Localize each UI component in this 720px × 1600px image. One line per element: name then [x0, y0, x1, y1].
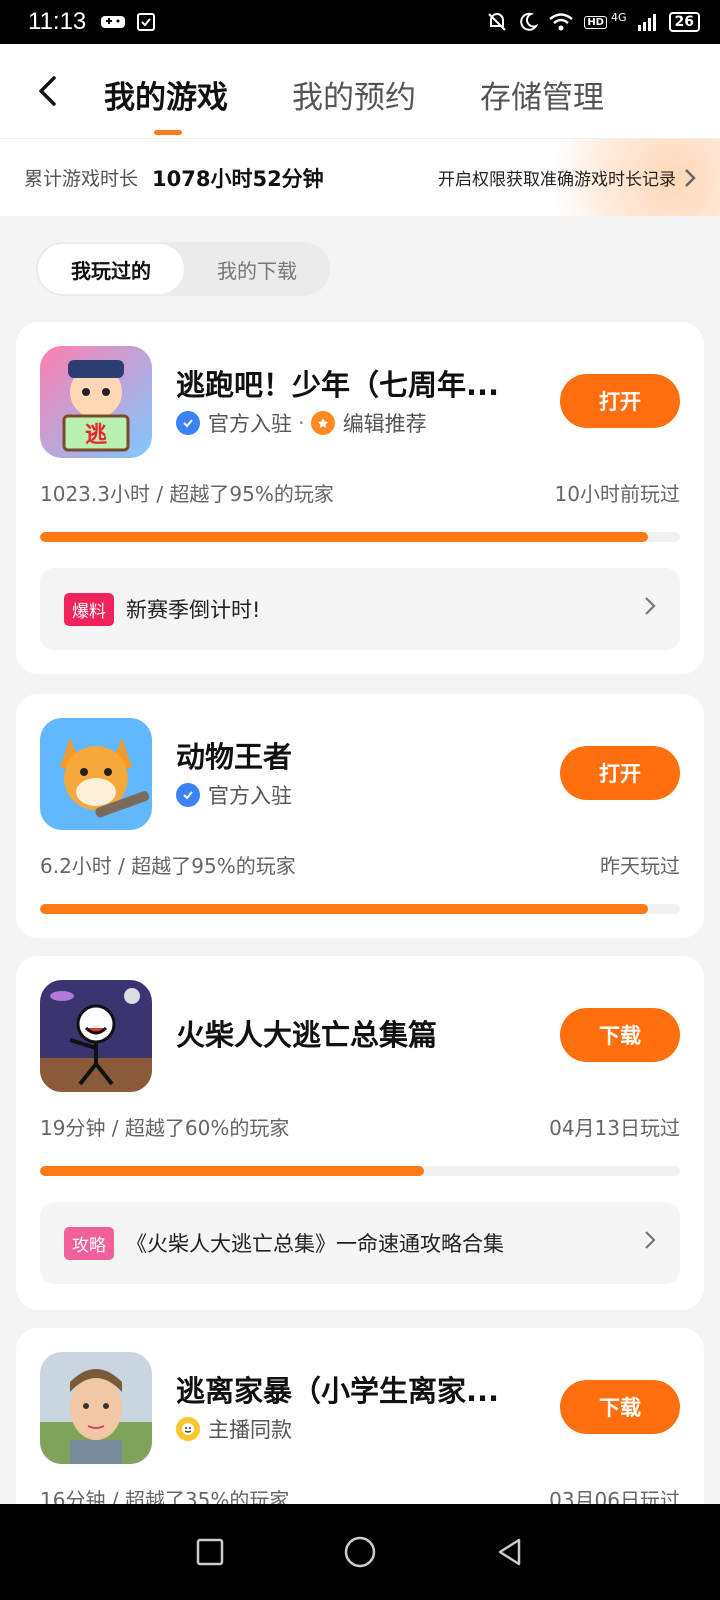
tab-storage-management[interactable]: 存储管理	[480, 72, 604, 117]
progress-fill	[40, 1166, 424, 1176]
playtime-progress-bar	[40, 904, 680, 914]
game-card[interactable]: 火柴人大逃亡总集篇 下载 19分钟 / 超越了60%的玩家 04月13日玩过 攻…	[16, 956, 704, 1310]
top-tab-bar: 我的游戏 我的预约 存储管理	[0, 44, 720, 138]
tab-my-reservations[interactable]: 我的预约	[292, 72, 416, 117]
game-tags: 官方入驻	[176, 780, 292, 810]
progress-fill	[40, 904, 648, 914]
battery-icon: 26	[668, 12, 700, 32]
playtime-stats: 19分钟 / 超越了60%的玩家	[40, 1116, 290, 1140]
tab-my-games[interactable]: 我的游戏	[104, 72, 228, 117]
news-badge: 攻略	[64, 1226, 114, 1260]
playtime-value: 1078小时52分钟	[152, 166, 324, 191]
tag-separator: ·	[298, 411, 305, 435]
guide-banner[interactable]: 攻略 《火柴人大逃亡总集》一命速通攻略合集	[40, 1202, 680, 1284]
open-button[interactable]: 打开	[560, 746, 680, 800]
game-tags: 官方入驻 · 编辑推荐	[176, 408, 427, 438]
active-tab-indicator	[154, 130, 182, 135]
wifi-icon	[549, 13, 574, 31]
open-button[interactable]: 打开	[560, 374, 680, 428]
game-tags: 主播同款	[176, 1414, 292, 1444]
download-button[interactable]: 下载	[560, 1008, 680, 1062]
game-stats: 6.2小时 / 超越了95%的玩家 昨天玩过	[40, 850, 680, 879]
permission-link-text: 开启权限获取准确游戏时长记录	[438, 170, 676, 190]
chevron-right-icon	[685, 168, 696, 187]
gamepad-icon	[101, 16, 126, 28]
game-icon-stickman-escape[interactable]	[40, 980, 152, 1092]
game-stats: 1023.3小时 / 超越了95%的玩家 10小时前玩过	[40, 478, 680, 507]
game-card[interactable]: 逃 逃跑吧！少年（七周年... 官方入驻 · 编辑推荐 打开 1023.3小时 …	[16, 322, 704, 674]
news-badge: 爆料	[64, 592, 114, 626]
home-icon[interactable]	[343, 1535, 377, 1569]
tag-official: 官方入驻	[208, 412, 292, 436]
playtime-progress-bar	[40, 532, 680, 542]
game-title: 逃离家暴（小学生离家...	[176, 1374, 500, 1408]
tag-editor-pick: 编辑推荐	[342, 412, 427, 436]
moon-icon	[520, 12, 539, 31]
chevron-right-icon	[644, 1230, 656, 1256]
news-text: 新赛季倒计时!	[126, 598, 261, 622]
svg-text:逃: 逃	[85, 423, 108, 448]
last-played: 昨天玩过	[600, 854, 680, 878]
last-played: 10小时前玩过	[554, 482, 680, 506]
recent-apps-icon[interactable]	[195, 1537, 225, 1567]
tag-streamer: 主播同款	[208, 1418, 292, 1442]
game-icon-animal-king[interactable]	[40, 718, 152, 830]
verified-icon	[176, 783, 200, 807]
signal-icon	[637, 14, 656, 31]
filter-downloads[interactable]: 我的下载	[184, 244, 330, 294]
game-title: 火柴人大逃亡总集篇	[176, 1018, 438, 1052]
played-download-filter: 我玩过的 我的下载	[36, 242, 330, 296]
chevron-right-icon	[644, 596, 656, 622]
playtime-stats: 6.2小时 / 超越了95%的玩家	[40, 854, 296, 878]
game-icon-escape-boy[interactable]: 逃	[40, 346, 152, 458]
game-icon-escape-home[interactable]	[40, 1352, 152, 1464]
status-time: 11:13	[28, 8, 87, 35]
game-title: 动物王者	[176, 740, 293, 774]
verified-icon	[176, 411, 200, 435]
back-button[interactable]	[18, 61, 78, 121]
back-arrow-icon	[39, 76, 56, 106]
system-navigation-bar	[0, 1504, 720, 1600]
game-title: 逃跑吧！少年（七周年...	[176, 368, 500, 402]
news-text: 《火柴人大逃亡总集》一命速通攻略合集	[126, 1232, 504, 1256]
playtime-summary: 累计游戏时长 1078小时52分钟 开启权限获取准确游戏时长记录	[0, 138, 720, 216]
last-played: 04月13日玩过	[549, 1116, 680, 1140]
download-button[interactable]: 下载	[560, 1380, 680, 1434]
hd-badge: HD	[584, 15, 607, 29]
playtime-progress-bar	[40, 1166, 680, 1176]
status-bar: 11:13 HD 4G 26	[0, 0, 720, 44]
tag-official: 官方入驻	[208, 784, 292, 808]
playtime-label: 累计游戏时长	[24, 168, 139, 190]
playtime-stats: 1023.3小时 / 超越了95%的玩家	[40, 482, 334, 506]
game-stats: 19分钟 / 超越了60%的玩家 04月13日玩过	[40, 1112, 680, 1141]
permission-link[interactable]: 开启权限获取准确游戏时长记录	[438, 165, 696, 190]
mute-bell-icon	[488, 13, 507, 31]
streamer-icon	[176, 1417, 200, 1441]
screenshot-icon	[137, 13, 156, 31]
progress-fill	[40, 532, 648, 542]
network-type: 4G	[610, 11, 627, 24]
news-banner[interactable]: 爆料 新赛季倒计时!	[40, 568, 680, 650]
game-card[interactable]: 动物王者 官方入驻 打开 6.2小时 / 超越了95%的玩家 昨天玩过	[16, 694, 704, 938]
filter-played[interactable]: 我玩过的	[38, 244, 184, 294]
back-triangle-icon[interactable]	[495, 1537, 525, 1567]
editor-pick-icon	[310, 411, 335, 435]
